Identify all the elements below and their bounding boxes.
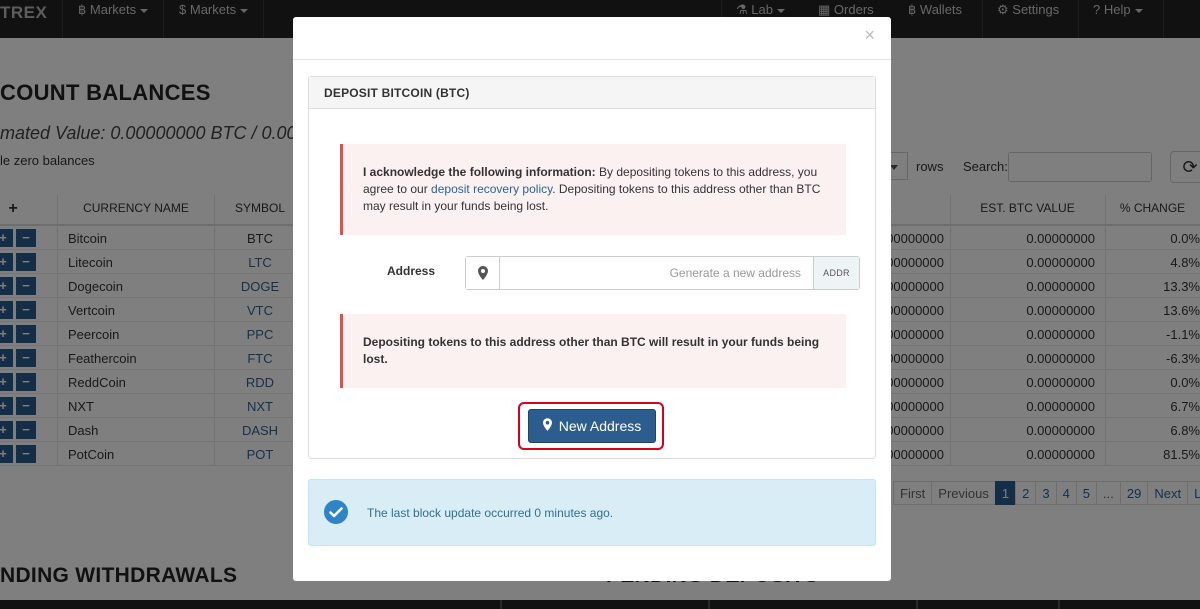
info-text: The last block update occurred 0 minutes… bbox=[367, 506, 614, 520]
acknowledgement-callout: I acknowledge the following information:… bbox=[340, 144, 846, 235]
new-address-button[interactable]: New Address bbox=[528, 409, 656, 443]
addr-addon: ADDR bbox=[813, 257, 859, 289]
deposit-modal: × DEPOSIT BITCOIN (BTC) I acknowledge th… bbox=[293, 17, 891, 581]
deposit-recovery-policy-link[interactable]: deposit recovery policy bbox=[431, 182, 552, 196]
deposit-panel: DEPOSIT BITCOIN (BTC) I acknowledge the … bbox=[308, 76, 876, 459]
modal-header: × bbox=[293, 17, 891, 60]
address-input-group: ADDR bbox=[465, 256, 860, 290]
block-update-info: The last block update occurred 0 minutes… bbox=[308, 479, 876, 546]
map-marker-icon bbox=[466, 257, 500, 289]
new-address-label: New Address bbox=[558, 418, 642, 434]
close-icon[interactable]: × bbox=[864, 25, 875, 46]
panel-title: DEPOSIT BITCOIN (BTC) bbox=[309, 77, 875, 109]
address-label: Address bbox=[387, 264, 436, 278]
warning-callout: Depositing tokens to this address other … bbox=[340, 314, 846, 388]
check-circle-icon bbox=[324, 500, 348, 524]
warning-text: Depositing tokens to this address other … bbox=[363, 335, 820, 366]
address-input[interactable] bbox=[500, 257, 813, 289]
acknowledgement-title: I acknowledge the following information: bbox=[363, 165, 596, 179]
map-marker-icon bbox=[542, 418, 552, 434]
